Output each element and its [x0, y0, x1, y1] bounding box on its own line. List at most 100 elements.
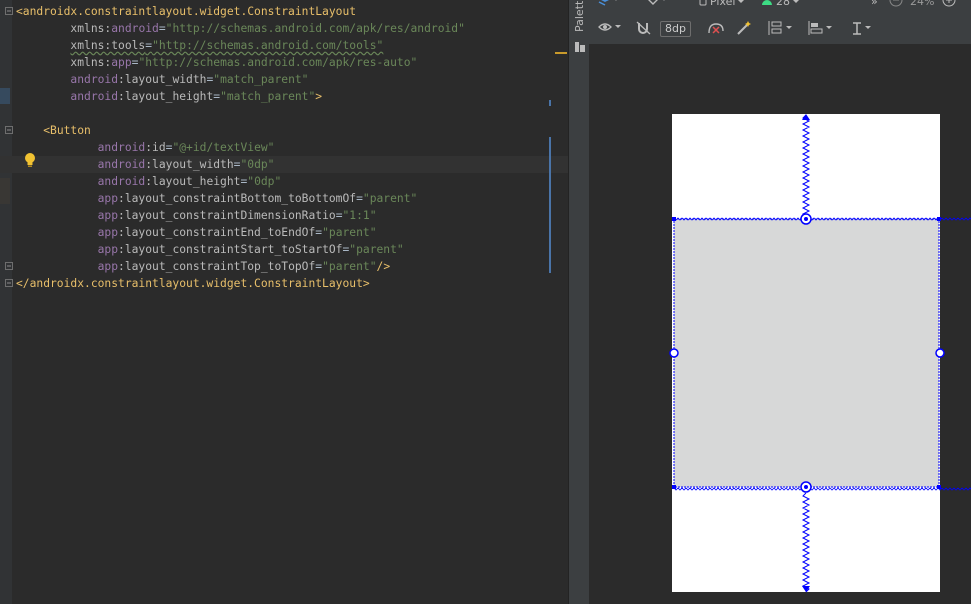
autoconnect-magnet-icon[interactable] [636, 21, 652, 35]
code-line[interactable]: xmlns:app="http://schemas.android.com/ap… [16, 54, 568, 71]
code-token: <androidx.constraintlayout.widget.Constr… [16, 5, 357, 18]
top-anchor-dot [804, 217, 808, 221]
code-token: :layout_constraintDimensionRatio [118, 209, 336, 222]
code-token: :layout_constraintEnd_toEndOf [118, 226, 316, 239]
top-arrow-icon [802, 114, 810, 120]
design-toolbar-top: Pixel 28 » 24% [589, 0, 971, 12]
code-line[interactable]: <Button [16, 122, 568, 139]
code-line[interactable]: app:layout_constraintDimensionRatio="1:1… [16, 207, 568, 224]
code-line[interactable]: app:layout_constraintEnd_toEndOf="parent… [16, 224, 568, 241]
view-options-icon[interactable] [598, 22, 621, 32]
top-constraint-spring[interactable] [801, 114, 811, 220]
start-anchor-handle[interactable] [669, 348, 679, 358]
warning-stripe-marker [555, 52, 567, 54]
resize-handle-top-left[interactable] [672, 217, 676, 221]
code-line[interactable]: android:layout_height="match_parent"> [16, 88, 568, 105]
code-token: app [111, 56, 132, 69]
code-token: :layout_constraintBottom_toBottomOf [118, 192, 357, 205]
align-icon[interactable] [808, 20, 832, 36]
resize-handle-top-right[interactable] [937, 217, 941, 221]
editor-gutter [0, 0, 12, 604]
fold-icon[interactable] [5, 7, 13, 15]
gutter-change-marker [0, 88, 10, 104]
orientation-icon[interactable] [643, 0, 669, 7]
xml-code-editor[interactable]: <androidx.constraintlayout.widget.Constr… [0, 0, 568, 604]
code-token: :layout_height [118, 90, 214, 103]
design-canvas[interactable] [589, 45, 971, 604]
code-line[interactable]: </androidx.constraintlayout.widget.Const… [16, 275, 568, 292]
code-text[interactable]: <androidx.constraintlayout.widget.Constr… [0, 3, 568, 292]
code-line[interactable]: <androidx.constraintlayout.widget.Constr… [16, 3, 568, 20]
more-chevron-icon[interactable]: » [871, 0, 878, 8]
device-selector[interactable]: Pixel [699, 0, 744, 8]
zoom-in-icon[interactable] [942, 0, 956, 9]
constraint-toolbar: 8dp [589, 12, 971, 45]
code-line[interactable]: android:layout_height="0dp" [16, 173, 568, 190]
code-token: "@+id/textView" [172, 141, 275, 154]
fold-icon[interactable] [5, 126, 13, 134]
code-line[interactable]: android:id="@+id/textView" [16, 139, 568, 156]
layout-design-panel[interactable]: Pixel 28 » 24% 8dp [589, 0, 971, 604]
code-token: = [335, 209, 343, 222]
end-anchor-handle[interactable] [935, 348, 945, 358]
code-token: "match_parent" [220, 90, 316, 103]
code-line[interactable]: xmlns:tools="http://schemas.android.com/… [16, 37, 568, 54]
code-line[interactable]: app:layout_constraintTop_toTopOf="parent… [16, 258, 568, 275]
code-token: > [315, 90, 323, 103]
code-token: app [97, 260, 119, 273]
code-line[interactable]: app:layout_constraintBottom_toBottomOf="… [16, 190, 568, 207]
bottom-anchor-dot [804, 485, 808, 489]
code-line[interactable]: app:layout_constraintStart_toStartOf="pa… [16, 241, 568, 258]
code-token: :layout_constraintTop_toTopOf [118, 260, 316, 273]
zoom-out-icon[interactable] [889, 0, 903, 9]
code-line[interactable]: xmlns:android="http://schemas.android.co… [16, 20, 568, 37]
palette-strip[interactable]: Palette [571, 0, 590, 604]
selection-scope-marker [549, 137, 551, 273]
code-token: "match_parent" [213, 73, 309, 86]
code-line[interactable] [16, 105, 568, 122]
code-line[interactable]: android:layout_width="0dp" [0, 156, 568, 173]
code-token: "http://schemas.android.com/tools" [152, 39, 384, 52]
zoom-level: 24% [910, 0, 935, 8]
code-line[interactable]: android:layout_width="match_parent" [16, 71, 568, 88]
palette-icon[interactable] [575, 37, 585, 52]
code-token: "1:1" [342, 209, 377, 222]
code-token: :id [145, 141, 166, 154]
resize-handle-bottom-left[interactable] [672, 485, 676, 489]
code-token: "parent" [362, 192, 418, 205]
code-token: "0dp" [247, 175, 282, 188]
code-token: app [97, 226, 119, 239]
device-label: Pixel [710, 0, 736, 8]
button-selection-overlay[interactable] [589, 45, 971, 604]
api-selector[interactable]: 28 [761, 0, 799, 8]
button-widget[interactable] [674, 219, 939, 487]
pack-icon[interactable] [768, 20, 792, 36]
code-token: app [97, 243, 119, 256]
lightbulb-icon[interactable] [23, 152, 37, 168]
clear-constraints-icon[interactable] [707, 21, 725, 35]
scroll-marker [549, 100, 551, 106]
code-token: android [97, 175, 146, 188]
code-token: xmlns:tools [70, 39, 146, 52]
guidelines-icon[interactable] [851, 20, 871, 36]
gutter-change-marker [0, 178, 10, 204]
infer-constraints-wand-icon[interactable] [736, 20, 752, 36]
code-token: "0dp" [240, 158, 275, 171]
layers-icon[interactable] [597, 0, 619, 7]
code-token: </androidx.constraintlayout.widget.Const… [16, 277, 370, 290]
resize-handle-bottom-right[interactable] [937, 485, 941, 489]
default-margins-field[interactable]: 8dp [660, 21, 691, 37]
fold-icon[interactable] [5, 279, 13, 287]
palette-tab-label[interactable]: Palette [573, 0, 586, 32]
fold-icon[interactable] [5, 262, 13, 270]
android-icon [762, 0, 772, 5]
bottom-constraint-spring[interactable] [801, 492, 811, 593]
